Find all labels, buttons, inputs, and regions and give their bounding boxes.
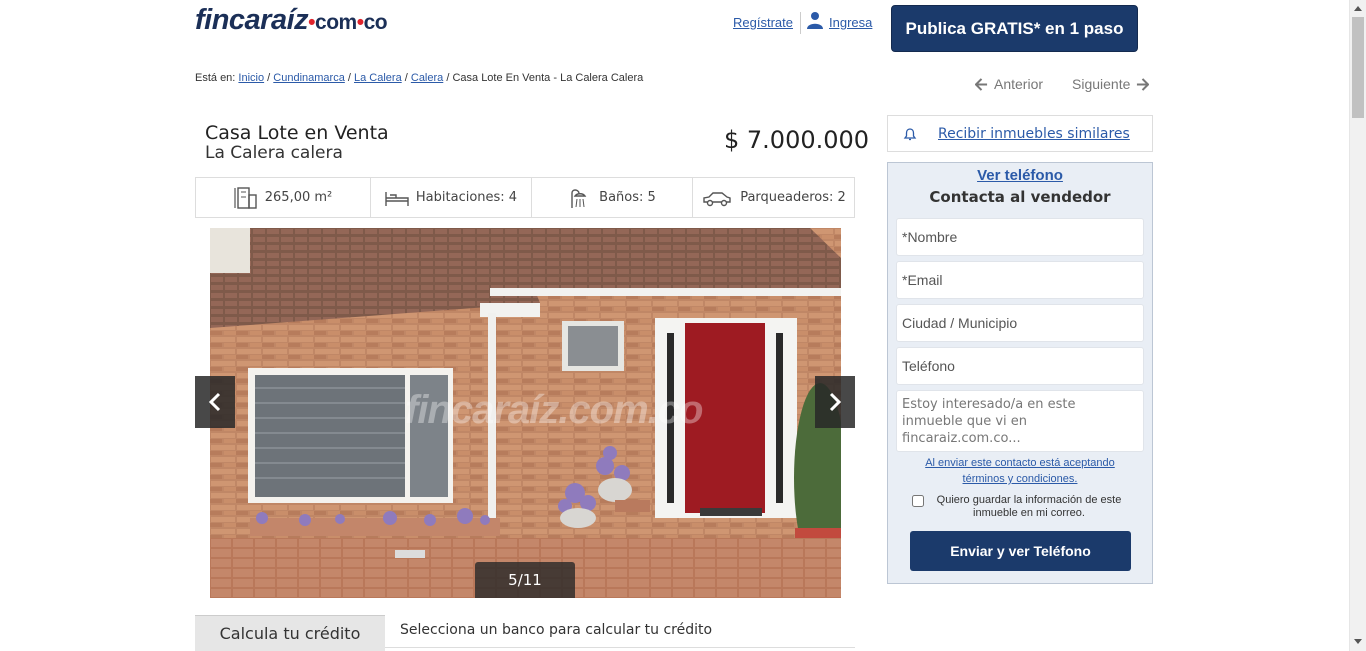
terms-link-line1[interactable]: Al enviar este contacto está aceptando (925, 457, 1115, 469)
user-icon (807, 12, 823, 29)
next-listing-link[interactable]: Siguiente (1072, 76, 1150, 92)
gallery-next-button[interactable] (815, 376, 855, 428)
photo-gallery[interactable]: fincaraíz.com.co (210, 228, 841, 598)
save-info-checkbox[interactable] (912, 495, 924, 507)
chevron-right-icon (829, 392, 842, 412)
similar-listings-link[interactable]: Recibir inmuebles similares (938, 126, 1130, 142)
listing-price: $ 7.000.000 (724, 126, 870, 154)
header-divider (800, 12, 801, 34)
breadcrumb-current: Casa Lote En Venta - La Calera Calera (452, 72, 644, 84)
bell-icon (903, 127, 917, 140)
credit-divider (385, 647, 855, 648)
breadcrumb-la-calera[interactable]: La Calera (354, 72, 402, 84)
breadcrumb: Está en: Inicio / Cundinamarca / La Cale… (195, 72, 644, 84)
credit-calculator-tab[interactable]: Calcula tu crédito (195, 615, 385, 651)
feature-parking: Parqueaderos: 2 (693, 178, 854, 217)
save-info-label: Quiero guardar la información de este in… (936, 494, 1122, 519)
terms-link-line2[interactable]: términos y condiciones. (963, 473, 1078, 485)
contact-title: Contacta al vendedor (929, 188, 1111, 206)
scrollbar-thumb[interactable] (1352, 17, 1364, 118)
page-scrollbar[interactable] (1349, 0, 1366, 651)
arrow-left-icon (975, 77, 988, 91)
scroll-down-icon[interactable] (1354, 639, 1362, 644)
view-phone-link[interactable]: Ver teléfono (888, 167, 1152, 184)
scroll-up-icon[interactable] (1354, 6, 1362, 11)
listing-title: Casa Lote en Venta (205, 122, 389, 144)
register-link[interactable]: Regístrate (733, 15, 793, 30)
feature-area: 265,00 m² (196, 178, 371, 217)
feature-bedrooms: Habitaciones: 4 (371, 178, 532, 217)
city-field[interactable] (896, 304, 1144, 342)
bed-icon (385, 191, 409, 206)
chevron-left-icon (208, 392, 221, 412)
previous-listing-link[interactable]: Anterior (975, 76, 1043, 92)
fincaraiz-logo[interactable]: fincaraíz•com•co (195, 4, 388, 37)
send-and-view-phone-button[interactable]: Enviar y ver Teléfono (910, 531, 1131, 571)
breadcrumb-calera[interactable]: Calera (411, 72, 443, 84)
name-field[interactable] (896, 218, 1144, 256)
photo-watermark: fincaraíz.com.co (405, 388, 703, 432)
photo-counter: 5/11 (475, 562, 575, 598)
features-bar: 265,00 m² Habitaciones: 4 Baños: 5 Parqu… (195, 177, 855, 218)
login-link[interactable]: Ingresa (829, 15, 872, 30)
car-icon (703, 191, 731, 206)
listing-location: La Calera calera (205, 143, 343, 163)
breadcrumb-prefix: Está en: (195, 72, 236, 84)
breadcrumb-cundinamarca[interactable]: Cundinamarca (273, 72, 345, 84)
save-info-option: Quiero guardar la información de este in… (912, 494, 1144, 520)
publish-free-button[interactable]: Publica GRATIS* en 1 paso (891, 5, 1138, 52)
area-icon (234, 186, 257, 209)
phone-field[interactable] (896, 347, 1144, 385)
credit-prompt: Selecciona un banco para calcular tu cré… (400, 622, 713, 638)
gallery-prev-button[interactable] (195, 376, 235, 428)
terms-notice: Al enviar este contacto está aceptando t… (888, 455, 1152, 487)
breadcrumb-inicio[interactable]: Inicio (238, 72, 264, 84)
contact-form: Ver teléfono Contacta al vendedor Al env… (887, 162, 1153, 584)
feature-bathrooms: Baños: 5 (532, 178, 693, 217)
message-field[interactable] (896, 390, 1144, 452)
email-field[interactable] (896, 261, 1144, 299)
arrow-right-icon (1137, 77, 1150, 91)
shower-icon (571, 188, 587, 208)
similar-listings-box: Recibir inmuebles similares (887, 115, 1153, 152)
